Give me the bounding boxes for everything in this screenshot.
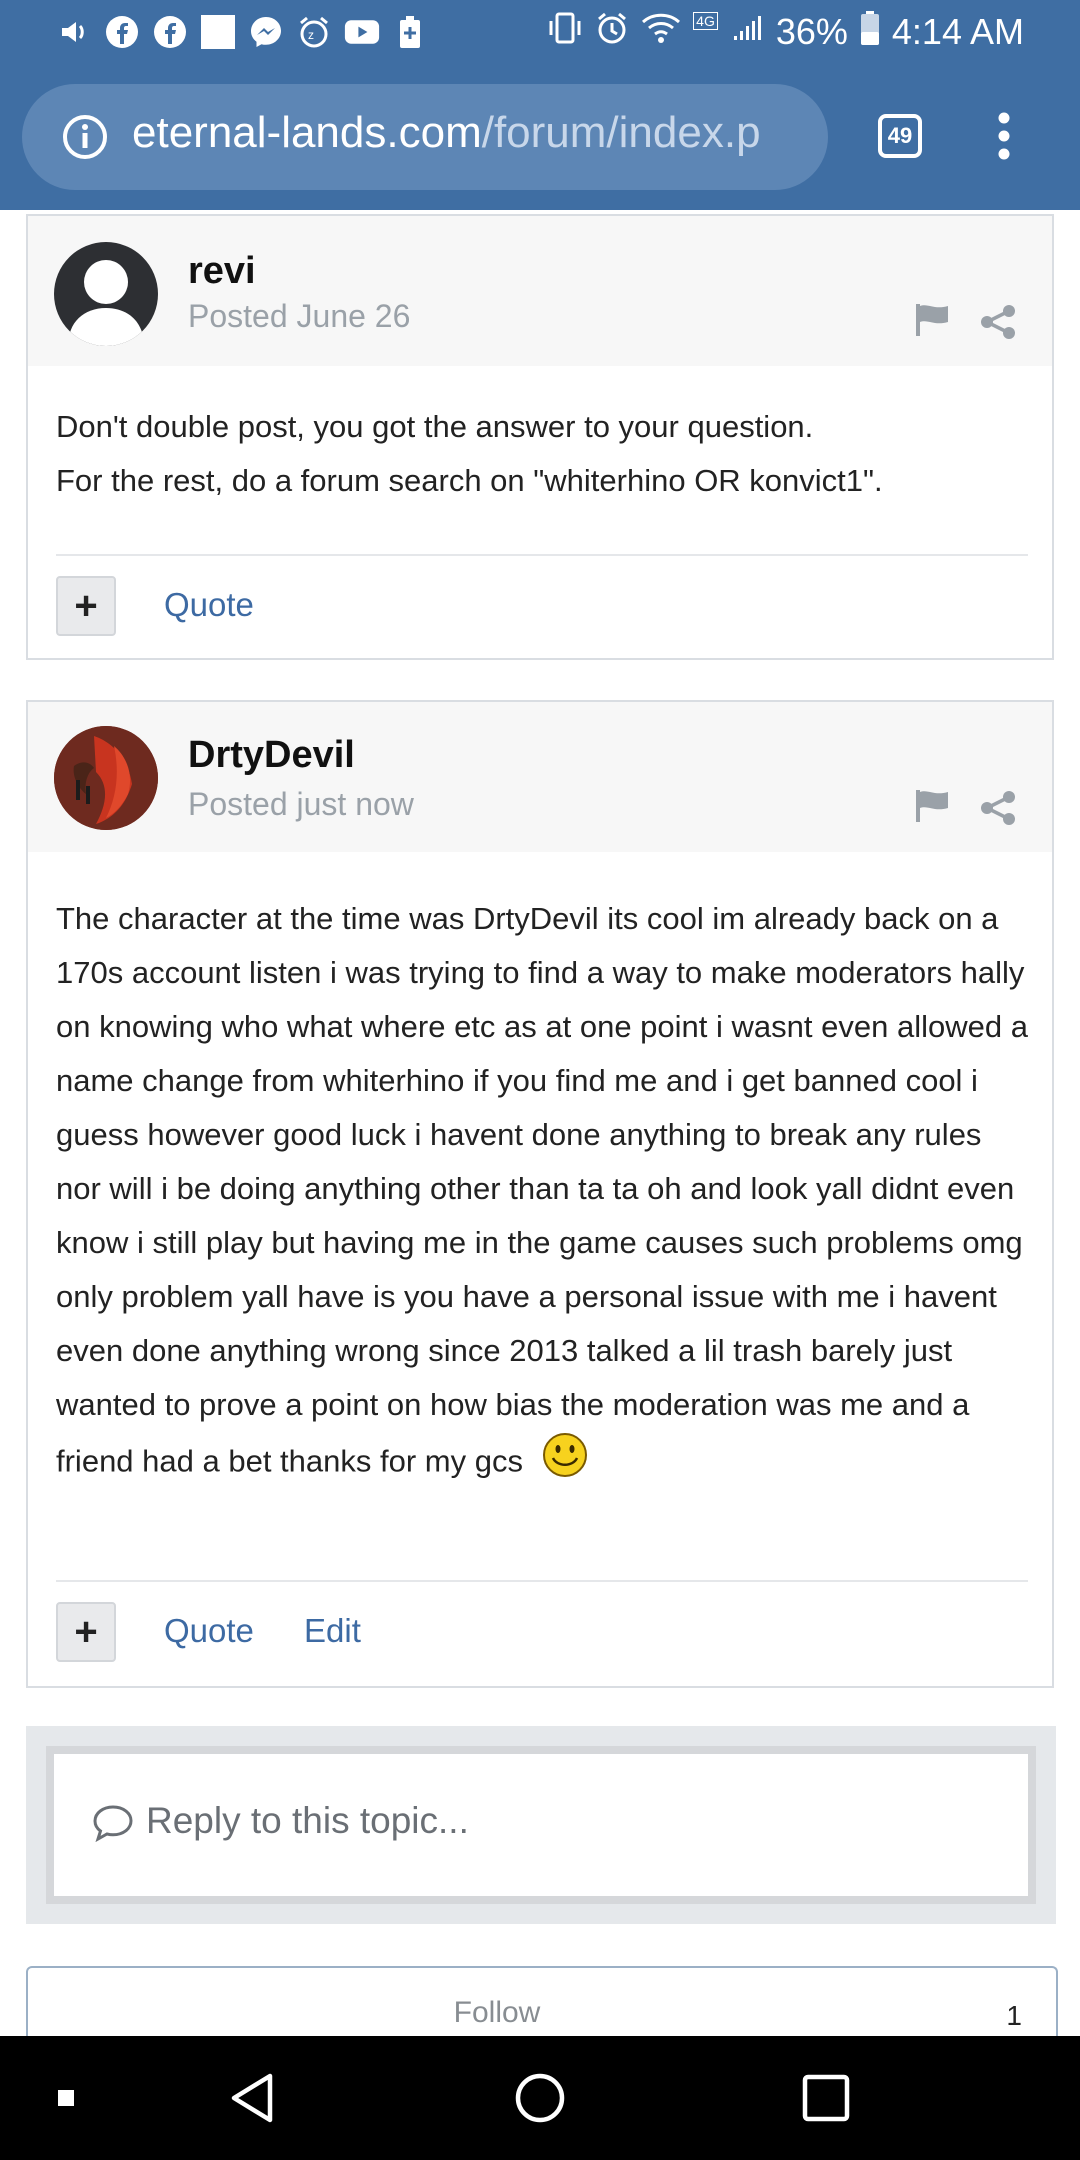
youtube-icon [344,14,380,50]
facebook-icon [104,14,140,50]
nav-small-square-icon[interactable] [34,2066,98,2130]
follow-count: 1 [1006,2000,1022,2031]
home-icon[interactable] [508,2066,572,2130]
vibrate-icon [547,11,583,54]
report-flag-icon[interactable] [914,788,952,824]
alarm-snooze-icon: z [296,14,332,50]
plus-button[interactable]: + [56,576,116,636]
battery-icon [860,10,880,55]
notification-icons: z [56,10,428,54]
reply-placeholder[interactable]: Reply to this topic... [146,1800,469,1842]
post-body-line: Don't double post, you got the answer to… [56,409,814,444]
battery-percent: 36% [775,11,848,52]
share-icon[interactable] [980,304,1016,340]
post-revi: revi Posted June 26 Don't double post, y… [26,214,1054,660]
post-header: DrtyDevil Posted just now [28,702,1052,852]
volume-icon [56,14,92,50]
post-body-line: For the rest, do a forum search on "whit… [56,463,883,498]
network-badge: 4G [693,12,718,30]
battery-saver-icon [392,14,428,50]
alarm-icon [595,11,629,54]
photo-icon [200,14,236,50]
url-host: eternal-lands.com [132,108,482,157]
overflow-menu-icon[interactable] [992,106,1016,166]
back-icon[interactable] [220,2066,284,2130]
chat-bubble-icon [92,1804,134,1843]
quote-link[interactable]: Quote [164,586,254,624]
reply-input[interactable]: Reply to this topic... [46,1746,1036,1904]
avatar[interactable] [54,726,158,830]
facebook-icon [152,14,188,50]
post-author[interactable]: DrtyDevil [188,734,355,777]
svg-text:z: z [308,28,314,42]
browser-toolbar: eternal-lands.com/forum/index.p 49 [0,66,1080,210]
post-divider [56,554,1028,556]
url-text[interactable]: eternal-lands.com/forum/index.p [132,108,822,158]
avatar[interactable] [54,242,158,346]
status-right: 4G 36% 4:14 AM [547,6,1024,58]
post-header: revi Posted June 26 [28,216,1052,366]
info-icon[interactable] [62,114,108,160]
plus-button[interactable]: + [56,1602,116,1662]
edit-link[interactable]: Edit [304,1612,361,1650]
share-icon[interactable] [980,790,1016,826]
post-date[interactable]: Posted June 26 [188,298,410,335]
report-flag-icon[interactable] [914,302,952,338]
quote-link[interactable]: Quote [164,1612,254,1650]
messenger-icon [248,14,284,50]
signal-icon [730,11,764,53]
post-body: Don't double post, you got the answer to… [56,400,1028,508]
reply-container: Reply to this topic... [26,1726,1056,1924]
post-author[interactable]: revi [188,250,256,293]
url-path: /forum/index.p [481,108,761,157]
clock: 4:14 AM [891,11,1024,52]
follow-label[interactable]: Follow [28,1996,966,2030]
post-body-text: The character at the time was DrtyDevil … [56,901,1028,1479]
smiley-emoji-icon [542,1432,588,1495]
android-nav-bar [0,2036,1080,2160]
post-body: The character at the time was DrtyDevil … [56,892,1034,1495]
address-bar[interactable]: eternal-lands.com/forum/index.p [22,84,828,190]
wifi-icon [641,11,681,53]
status-bar: z 4G 36% 4:14 AM [0,0,1080,66]
post-date[interactable]: Posted just now [188,786,414,823]
tab-switcher-button[interactable]: 49 [878,114,922,158]
post-divider [56,1580,1028,1582]
recents-icon[interactable] [794,2066,858,2130]
post-drtydevil: DrtyDevil Posted just now The character … [26,700,1054,1688]
